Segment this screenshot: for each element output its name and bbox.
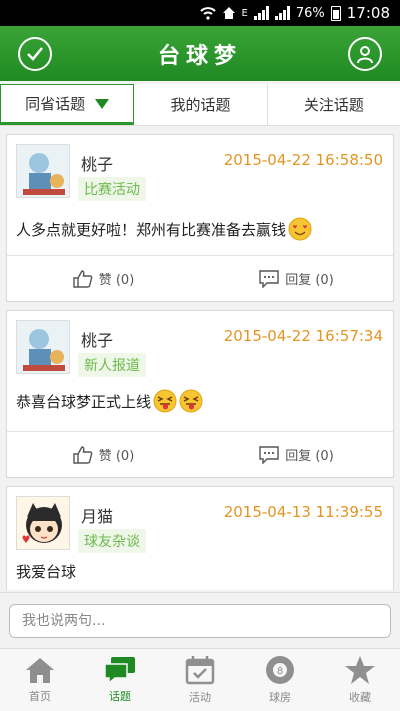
tab-label: 关注话题 [303, 96, 364, 114]
tongue-emoji-icon [153, 389, 177, 413]
tab-my-topics[interactable]: 我的话题 [134, 84, 268, 125]
home-status-icon [222, 7, 235, 19]
post-time: 2015-04-13 11:39:55 [223, 503, 383, 521]
avatar-image [17, 145, 69, 197]
profile-button[interactable] [348, 37, 382, 71]
nav-events[interactable]: 活动 [160, 649, 240, 711]
status-bar: E 76% 17:08 [0, 0, 400, 26]
comment-icon [259, 269, 279, 288]
battery-icon [330, 5, 341, 21]
app-bar: 台球梦 [0, 26, 400, 81]
reply-count-label: 回复 (0) [285, 273, 334, 288]
like-count-label: 赞 (0) [98, 273, 135, 288]
post-content: 我爱台球 [16, 561, 76, 582]
nav-favorites[interactable]: 收藏 [320, 649, 400, 711]
user-icon [357, 46, 373, 64]
wifi-icon [199, 7, 216, 20]
nav-home[interactable]: 首页 [0, 649, 80, 711]
topic-card[interactable]: 桃子 2015-04-22 16:58:50 比赛活动 人多点就更好啦！郑州有比… [6, 134, 394, 302]
star-icon [345, 656, 375, 684]
post-time: 2015-04-22 16:57:34 [223, 327, 383, 345]
bottom-nav: 首页 话题 活动 8 球房 收藏 [0, 648, 400, 711]
chat-icon [104, 657, 135, 684]
clock: 17:08 [346, 4, 390, 22]
topic-card[interactable]: 桃子 2015-04-22 16:57:34 新人报道 恭喜台球梦正式上线 赞 … [6, 310, 394, 478]
post-actions: 赞 (0) 回复 (0) [7, 255, 393, 301]
dropdown-triangle-icon [95, 98, 110, 109]
signal-icon [253, 6, 269, 20]
thumbs-up-icon [73, 269, 93, 288]
nav-billiard-halls[interactable]: 8 球房 [240, 649, 320, 711]
tab-province-topics[interactable]: 同省话题 [0, 84, 135, 125]
category-tag[interactable]: 球友杂谈 [78, 529, 146, 553]
network-type: E [241, 7, 248, 19]
avatar-image [17, 497, 69, 549]
topic-feed[interactable]: 桃子 2015-04-22 16:58:50 比赛活动 人多点就更好啦！郑州有比… [0, 128, 400, 590]
post-text: 人多点就更好啦！郑州有比赛准备去赢钱 [16, 220, 287, 239]
reply-button[interactable]: 回复 (0) [200, 256, 393, 301]
comment-input[interactable] [9, 604, 391, 638]
nav-label: 活动 [189, 691, 211, 704]
battery-percent: 76% [295, 5, 325, 21]
reply-count-label: 回复 (0) [285, 449, 334, 464]
author-name: 桃子 [81, 155, 114, 174]
avatar-image [17, 321, 69, 373]
post-text: 我爱台球 [16, 563, 77, 581]
tab-followed-topics[interactable]: 关注话题 [268, 84, 400, 125]
post-time: 2015-04-22 16:58:50 [223, 151, 383, 169]
thumbs-up-icon [73, 445, 93, 464]
post-content: 恭喜台球梦正式上线 [16, 389, 203, 413]
topic-card[interactable]: 月猫 2015-04-13 11:39:55 球友杂谈 我爱台球 [6, 486, 394, 590]
tongue-emoji-icon [179, 389, 203, 413]
home-icon [26, 658, 54, 683]
tab-label: 我的话题 [170, 96, 231, 114]
tab-label: 同省话题 [25, 95, 86, 113]
post-text: 恭喜台球梦正式上线 [16, 392, 152, 411]
author-name: 桃子 [81, 331, 114, 350]
nav-label: 话题 [109, 690, 131, 703]
avatar[interactable] [16, 144, 70, 198]
post-actions: 赞 (0) 回复 (0) [7, 431, 393, 477]
nav-label: 收藏 [349, 691, 371, 704]
author-name: 月猫 [81, 507, 114, 526]
signal-icon-2 [274, 6, 290, 20]
heart-eyes-emoji-icon [288, 217, 312, 241]
billiard-ball-icon: 8 [266, 656, 294, 684]
like-button[interactable]: 赞 (0) [7, 256, 200, 301]
nav-topics[interactable]: 话题 [80, 649, 160, 711]
nav-label: 球房 [269, 691, 291, 704]
category-tag[interactable]: 比赛活动 [78, 177, 146, 201]
comment-bar [0, 592, 400, 647]
nav-label: 首页 [29, 690, 51, 703]
like-button[interactable]: 赞 (0) [7, 432, 200, 477]
checkin-button[interactable] [18, 37, 52, 71]
post-content: 人多点就更好啦！郑州有比赛准备去赢钱 [16, 217, 312, 241]
reply-button[interactable]: 回复 (0) [200, 432, 393, 477]
category-tag[interactable]: 新人报道 [78, 353, 146, 377]
avatar[interactable] [16, 496, 70, 550]
app-title: 台球梦 [157, 42, 242, 69]
topic-tabs: 同省话题 我的话题 关注话题 [0, 84, 400, 126]
calendar-icon [185, 656, 215, 685]
check-icon [27, 47, 43, 61]
svg-text:8: 8 [277, 666, 283, 677]
comment-icon [259, 445, 279, 464]
avatar[interactable] [16, 320, 70, 374]
like-count-label: 赞 (0) [98, 449, 135, 464]
